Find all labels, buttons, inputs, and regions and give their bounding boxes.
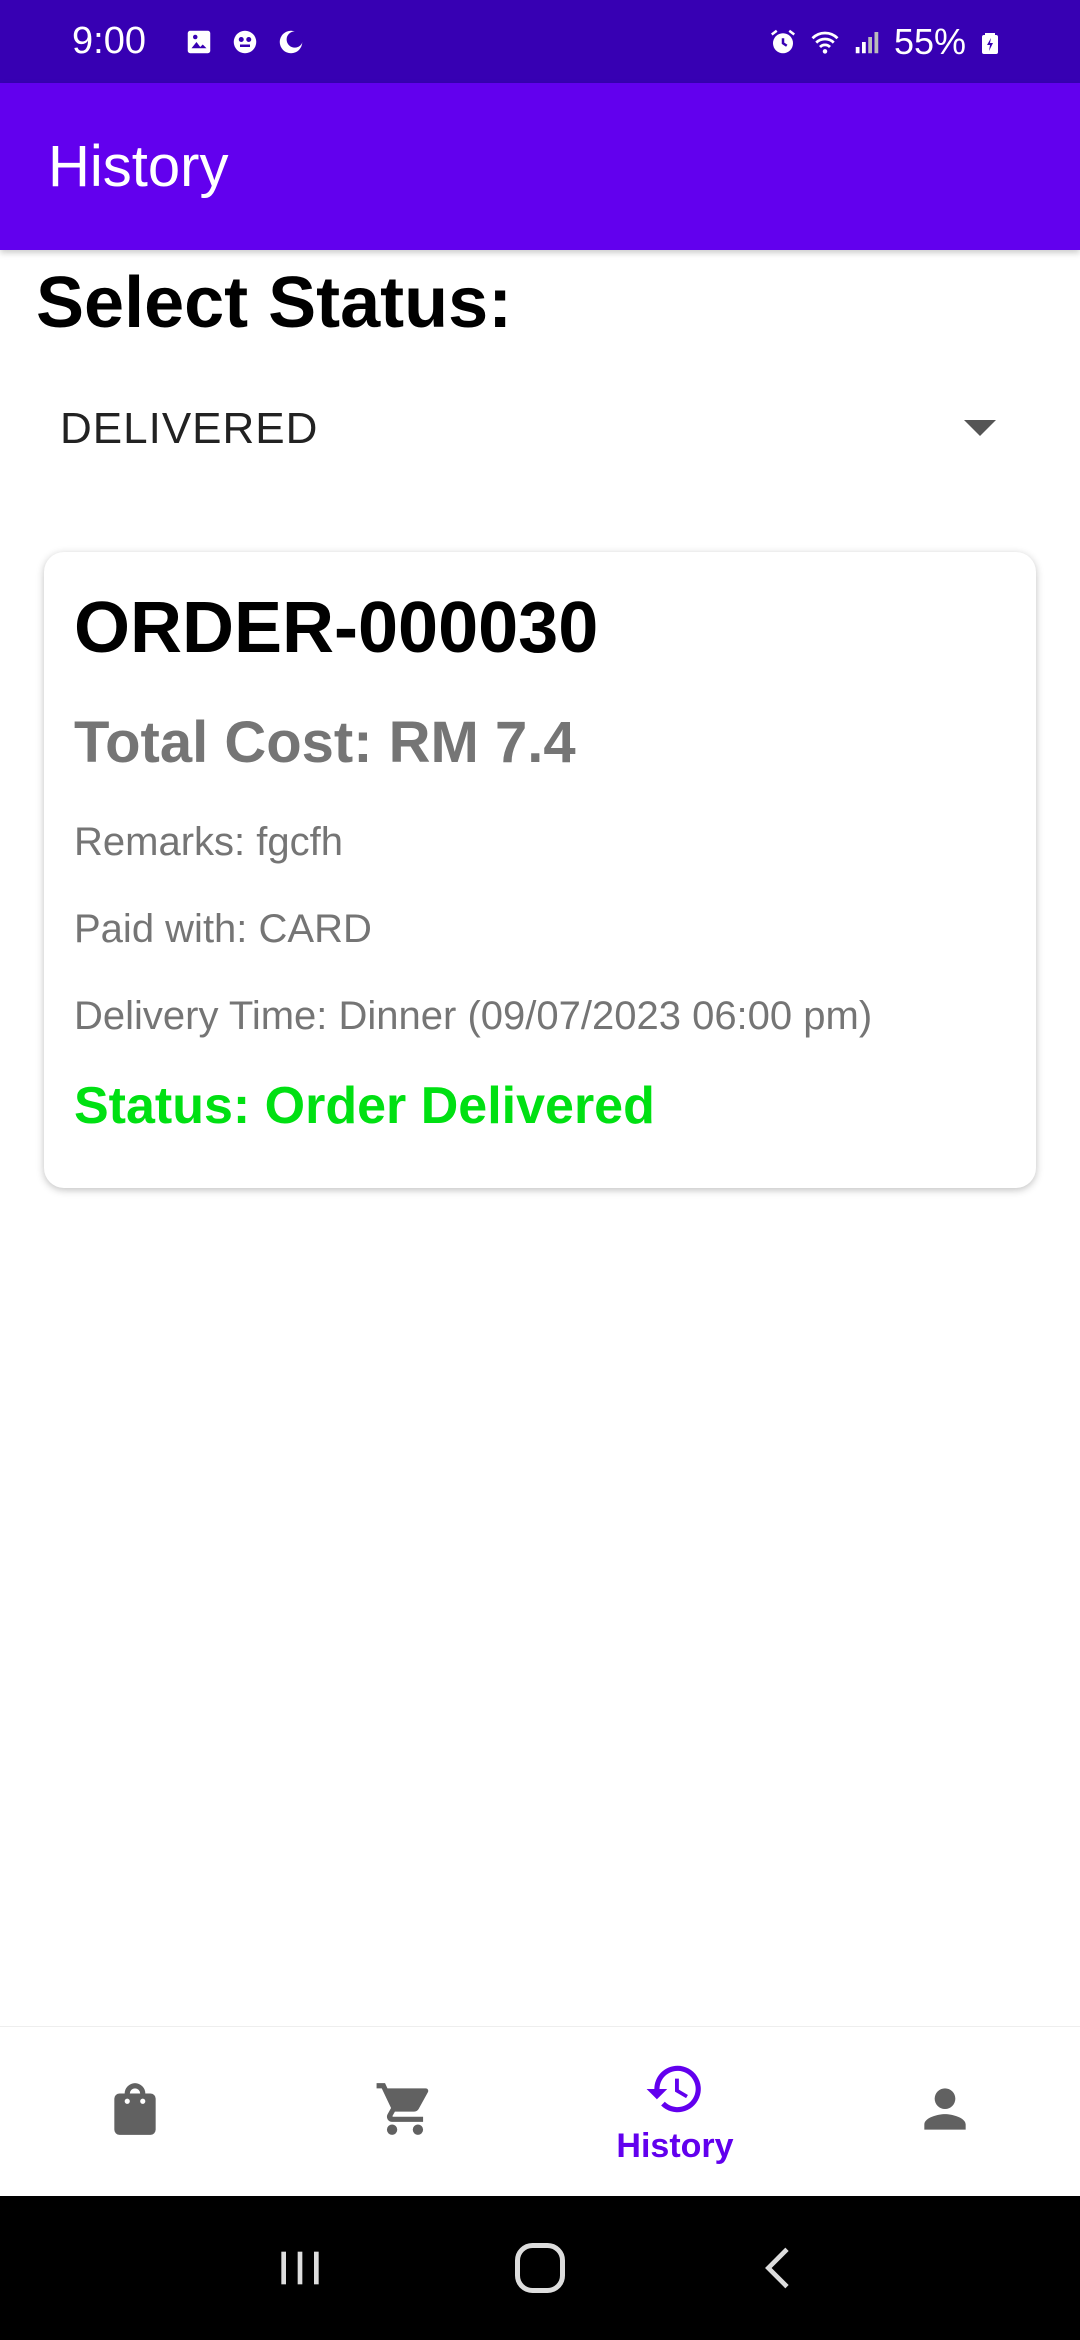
person-icon	[914, 2078, 976, 2145]
select-status-label: Select Status:	[36, 263, 513, 343]
order-total-cost: Total Cost: RM 7.4	[74, 710, 576, 775]
status-time: 9:00	[72, 20, 146, 62]
bottom-navigation: History	[0, 2026, 1080, 2196]
system-navigation-bar	[0, 2196, 1080, 2340]
app-bar: History	[0, 83, 1080, 250]
order-delivery-time: Delivery Time: Dinner (09/07/2023 06:00 …	[74, 994, 873, 1038]
recent-apps-button[interactable]	[260, 2228, 340, 2308]
status-dropdown[interactable]: DELIVERED	[36, 378, 1044, 480]
status-dropdown-value: DELIVERED	[60, 404, 319, 453]
back-icon	[765, 2247, 789, 2289]
chevron-down-icon	[964, 420, 996, 436]
page-title: History	[48, 134, 229, 199]
battery-icon	[978, 27, 1008, 57]
notification-icon	[230, 27, 260, 57]
gallery-icon	[184, 27, 214, 57]
order-payment-method: Paid with: CARD	[74, 907, 372, 951]
home-icon	[515, 2243, 565, 2293]
history-icon	[644, 2058, 706, 2125]
nav-label-history: History	[616, 2126, 734, 2165]
alarm-icon	[768, 27, 798, 57]
order-card[interactable]: ORDER-000030 Total Cost: RM 7.4 Remarks:…	[44, 552, 1036, 1188]
nav-item-profile[interactable]	[810, 2027, 1080, 2196]
battery-percent: 55%	[893, 20, 966, 62]
cart-icon	[374, 2078, 436, 2145]
order-status: Status: Order Delivered	[74, 1077, 655, 1135]
order-remarks: Remarks: fgcfh	[74, 820, 343, 864]
order-id: ORDER-000030	[74, 588, 599, 668]
status-bar: 9:00 55%	[0, 0, 1080, 83]
home-button[interactable]	[500, 2228, 580, 2308]
moon-icon	[276, 27, 306, 57]
nav-item-history[interactable]: History	[540, 2027, 810, 2196]
shopping-bag-icon	[104, 2078, 166, 2145]
back-button[interactable]	[740, 2228, 820, 2308]
nav-item-shop[interactable]	[0, 2027, 270, 2196]
signal-icon	[852, 27, 882, 57]
wifi-icon	[810, 27, 840, 57]
nav-item-cart[interactable]	[270, 2027, 540, 2196]
recent-apps-icon	[281, 2251, 319, 2285]
